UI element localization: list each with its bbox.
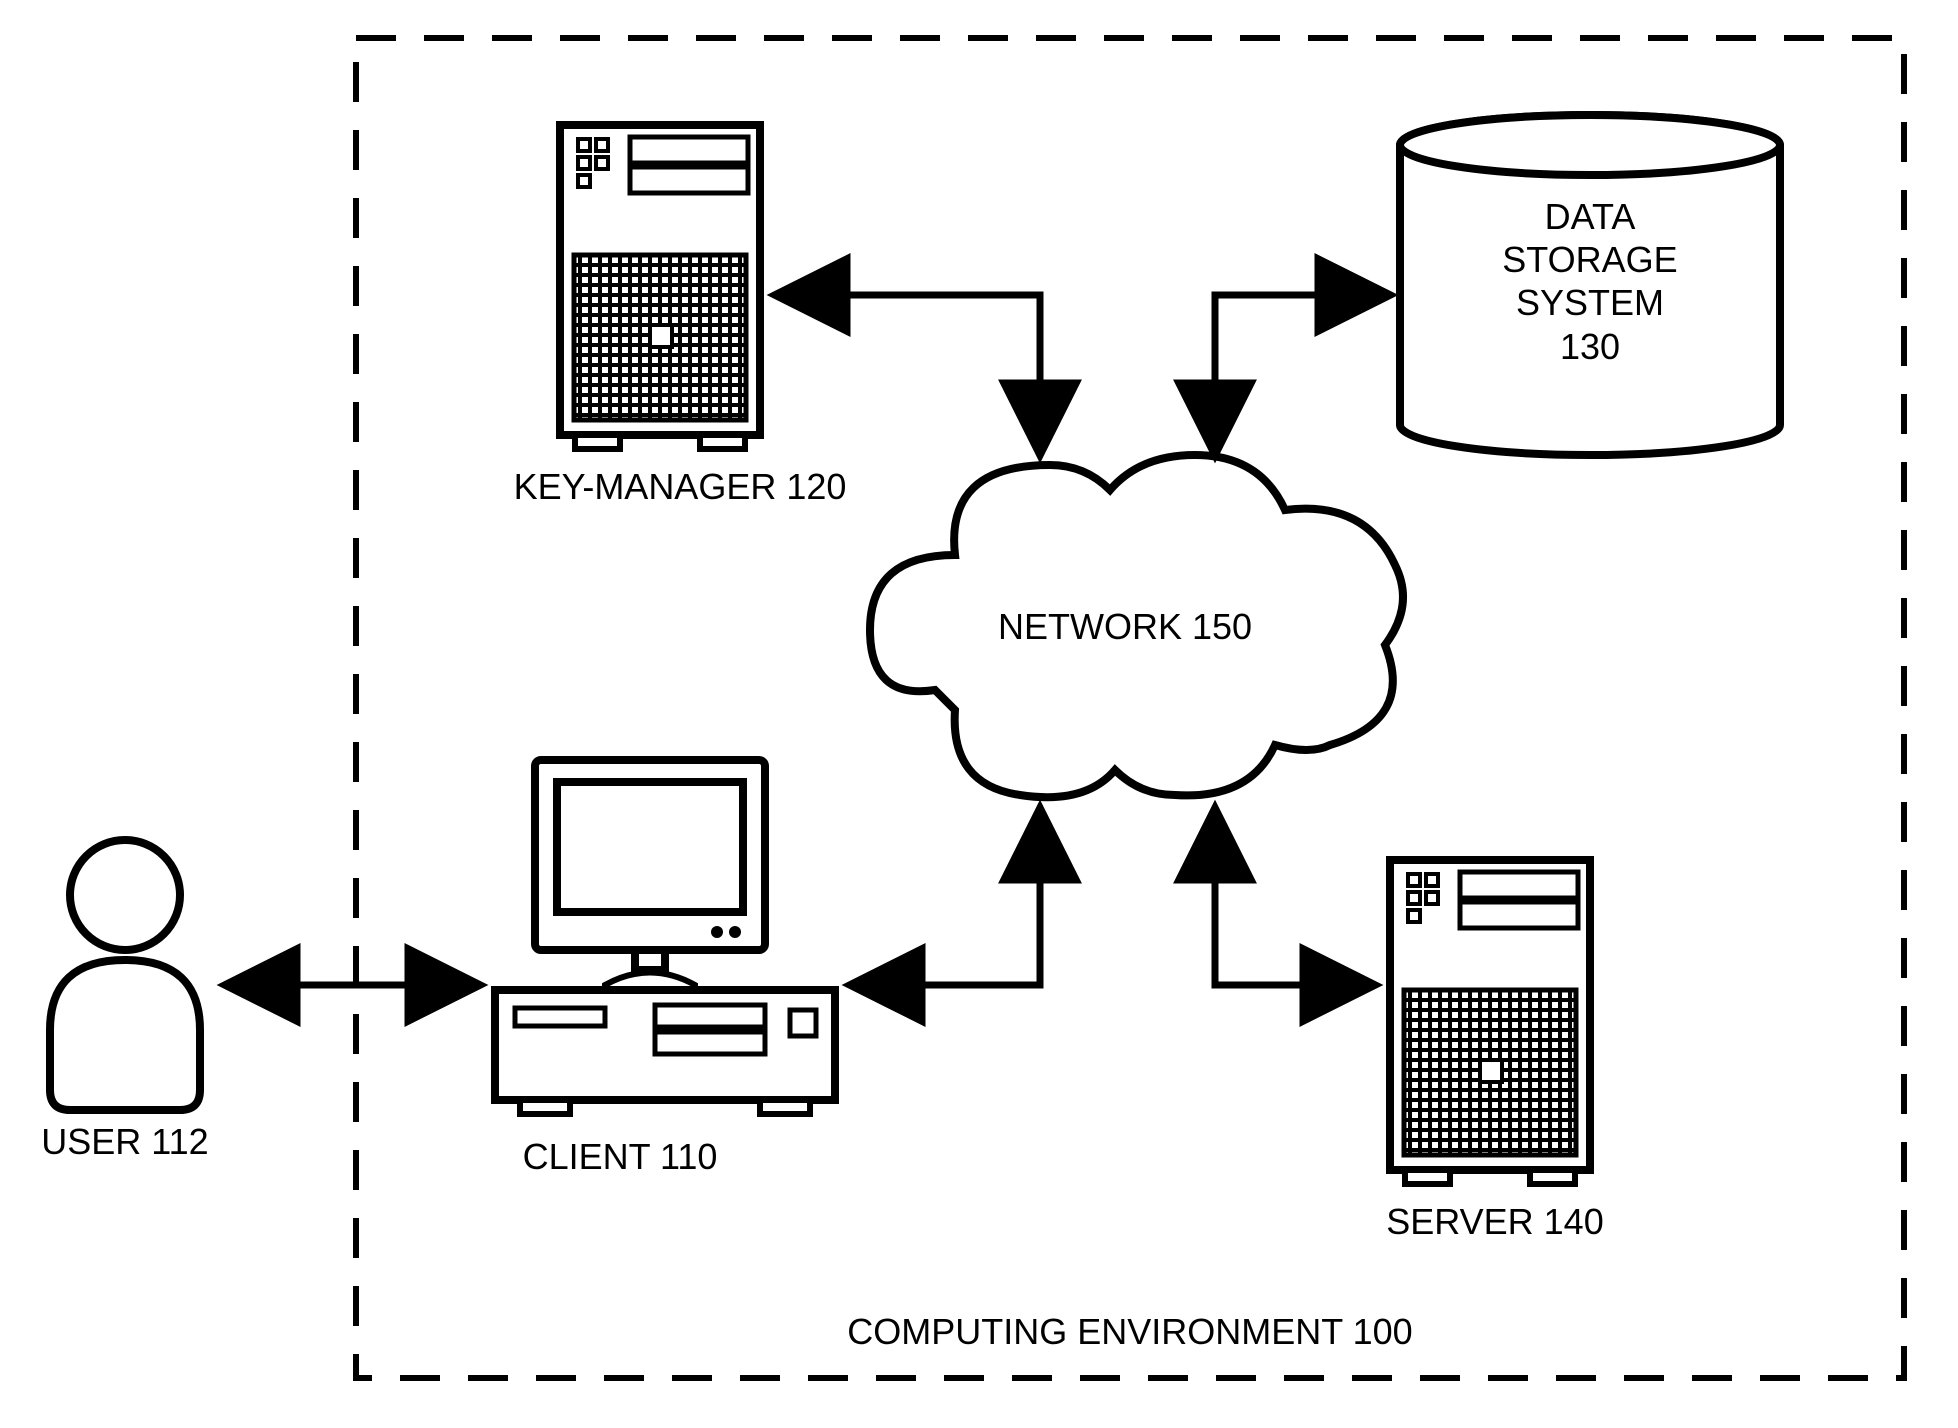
key-manager-icon: [560, 125, 760, 449]
edge-keymanager-network: [775, 295, 1040, 455]
client-icon: [495, 760, 835, 1114]
client-label: CLIENT 110: [490, 1135, 750, 1178]
user-label: USER 112: [20, 1120, 230, 1163]
server-label: SERVER 140: [1350, 1200, 1640, 1243]
edge-network-storage: [1215, 295, 1390, 455]
edge-client-network: [850, 808, 1040, 985]
key-manager-label: KEY-MANAGER 120: [480, 465, 880, 508]
diagram-canvas: USER 112 CLIENT 110 KEY-MANAGER 120 SERV…: [0, 0, 1958, 1428]
environment-label: COMPUTING ENVIRONMENT 100: [780, 1310, 1480, 1353]
edge-server-network: [1215, 808, 1375, 985]
user-icon: [50, 840, 200, 1110]
storage-label: DATA STORAGE SYSTEM 130: [1400, 195, 1780, 368]
server-icon: [1390, 860, 1590, 1184]
network-label: NETWORK 150: [960, 605, 1290, 648]
